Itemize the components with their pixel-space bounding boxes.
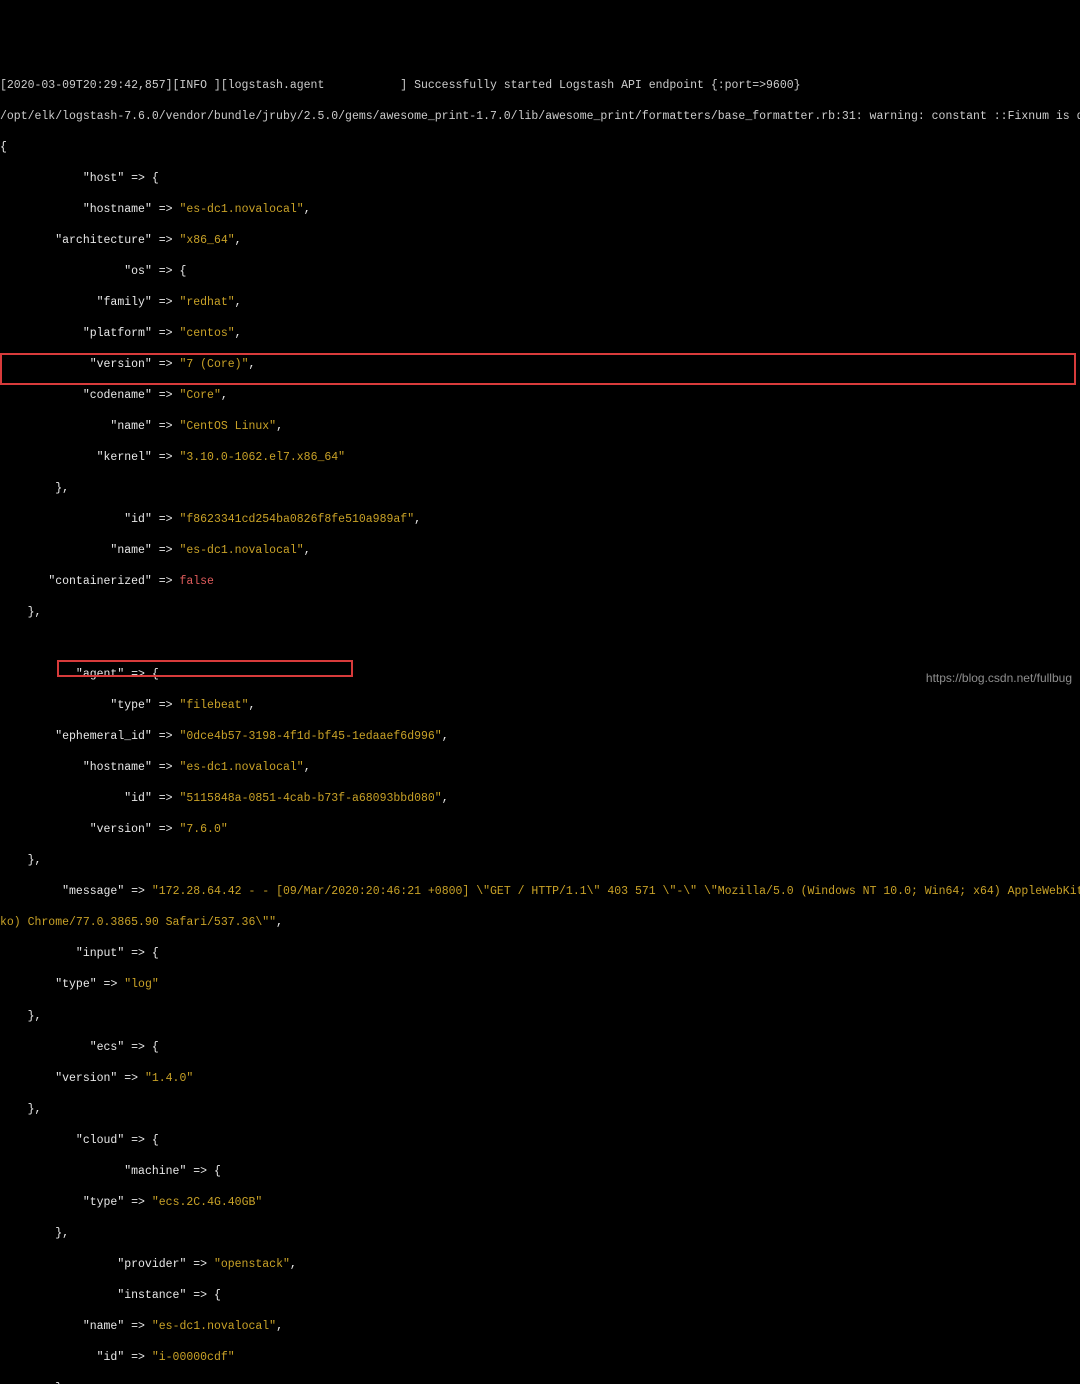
terminal-output: [2020-03-09T20:29:42,857][INFO ][logstas… (0, 62, 1080, 1384)
agent-ephemeral: "ephemeral_id" => "0dce4b57-3198-4f1d-bf… (0, 729, 1080, 745)
input-type: "type" => "log" (0, 977, 1080, 993)
watermark: https://blog.csdn.net/fullbug (926, 670, 1072, 686)
host-hostname: "hostname" => "es-dc1.novalocal", (0, 202, 1080, 218)
cloud-open: "cloud" => { (0, 1133, 1080, 1149)
ecs-close: }, (0, 1102, 1080, 1118)
agent-type: "type" => "filebeat", (0, 698, 1080, 714)
machine-type: "type" => "ecs.2C.4G.40GB" (0, 1195, 1080, 1211)
host-close: }, (0, 605, 1080, 621)
machine-open: "machine" => { (0, 1164, 1080, 1180)
host-name: "name" => "es-dc1.novalocal", (0, 543, 1080, 559)
instance-close: }, (0, 1381, 1080, 1384)
blank-1 (0, 636, 1080, 652)
instance-id: "id" => "i-00000cdf" (0, 1350, 1080, 1366)
header-line-2: /opt/elk/logstash-7.6.0/vendor/bundle/jr… (0, 109, 1080, 125)
host-containerized: "containerized" => false (0, 574, 1080, 590)
os-open: "os" => { (0, 264, 1080, 280)
agent-hostname: "hostname" => "es-dc1.novalocal", (0, 760, 1080, 776)
os-kernel: "kernel" => "3.10.0-1062.el7.x86_64" (0, 450, 1080, 466)
ecs-open: "ecs" => { (0, 1040, 1080, 1056)
os-family: "family" => "redhat", (0, 295, 1080, 311)
agent-version: "version" => "7.6.0" (0, 822, 1080, 838)
input-open: "input" => { (0, 946, 1080, 962)
ecs-version: "version" => "1.4.0" (0, 1071, 1080, 1087)
host-open: "host" => { (0, 171, 1080, 187)
header-line-1: [2020-03-09T20:29:42,857][INFO ][logstas… (0, 78, 1080, 94)
os-name: "name" => "CentOS Linux", (0, 419, 1080, 435)
open-brace: { (0, 140, 1080, 156)
os-platform: "platform" => "centos", (0, 326, 1080, 342)
agent-open: "agent" => { (0, 667, 1080, 683)
agent-close: }, (0, 853, 1080, 869)
os-close: }, (0, 481, 1080, 497)
instance-open: "instance" => { (0, 1288, 1080, 1304)
host-architecture: "architecture" => "x86_64", (0, 233, 1080, 249)
instance-name: "name" => "es-dc1.novalocal", (0, 1319, 1080, 1335)
input-close: }, (0, 1009, 1080, 1025)
message-line-2: ko) Chrome/77.0.3865.90 Safari/537.36\""… (0, 915, 1080, 931)
message-line-1: "message" => "172.28.64.42 - - [09/Mar/2… (0, 884, 1080, 900)
machine-close: }, (0, 1226, 1080, 1242)
agent-id: "id" => "5115848a-0851-4cab-b73f-a68093b… (0, 791, 1080, 807)
cloud-provider: "provider" => "openstack", (0, 1257, 1080, 1273)
os-codename: "codename" => "Core", (0, 388, 1080, 404)
os-version: "version" => "7 (Core)", (0, 357, 1080, 373)
host-id: "id" => "f8623341cd254ba0826f8fe510a989a… (0, 512, 1080, 528)
